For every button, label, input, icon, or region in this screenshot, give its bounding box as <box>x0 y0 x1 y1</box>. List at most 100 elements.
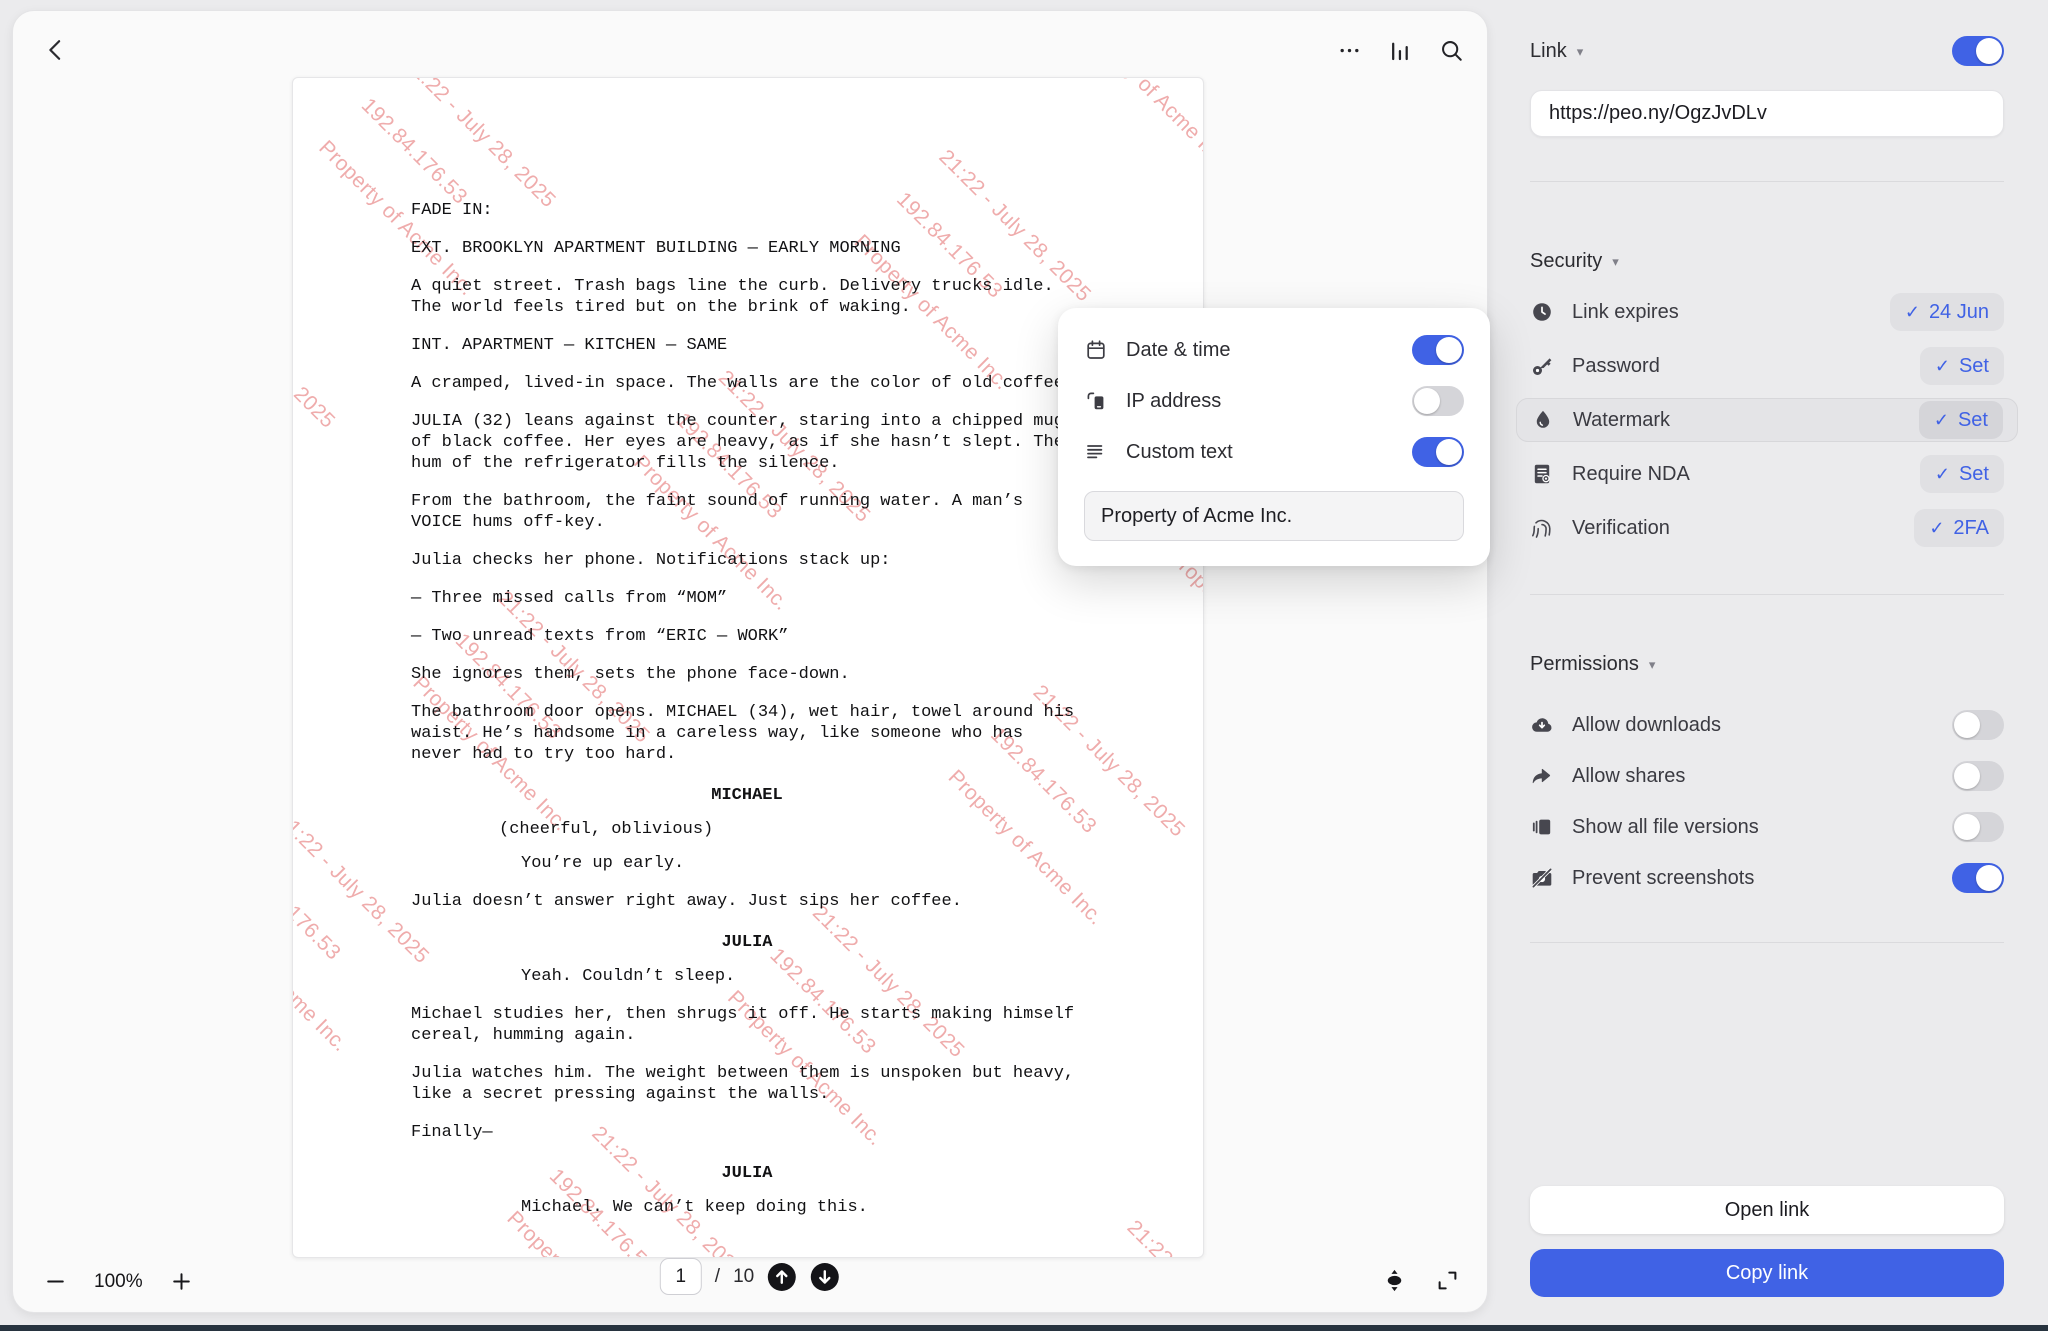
view-tools <box>1381 1267 1461 1294</box>
zoom-in-button[interactable] <box>169 1269 194 1294</box>
status-badge: ✓ Set <box>1919 401 2003 439</box>
calendar-icon <box>1084 338 1108 362</box>
permission-row-allow-shares[interactable]: Allow shares <box>1530 756 2004 796</box>
permission-row-prevent-screenshots[interactable]: Prevent screenshots <box>1530 858 2004 898</box>
toggle-knob <box>1976 865 2002 891</box>
badge-text: 24 Jun <box>1929 301 1989 324</box>
script-dialog: Michael. We can’t keep doing this. <box>521 1197 1083 1218</box>
row-label: Allow downloads <box>1572 714 1952 737</box>
toggle-knob <box>1436 337 1462 363</box>
script-action: A cramped, lived-in space. The walls are… <box>411 373 1083 394</box>
watermark-option-ip-address[interactable]: IP address <box>1084 381 1464 421</box>
back-button[interactable] <box>41 35 71 65</box>
date-time-toggle[interactable] <box>1412 335 1464 365</box>
open-link-button[interactable]: Open link <box>1530 1186 2004 1234</box>
permissions-section-header[interactable]: Permissions ▾ <box>1530 649 2004 679</box>
clock-icon <box>1530 300 1554 324</box>
link-settings-sidebar: Link ▾ Security ▾ Link expires ✓ 24 Jun Pas… <box>1502 0 2048 1331</box>
divider <box>1530 594 2004 595</box>
script-paren: (cheerful, oblivious) <box>499 819 1083 840</box>
chevron-down-icon: ▾ <box>1577 45 1584 58</box>
show-all-file-versions-toggle[interactable] <box>1952 812 2004 842</box>
security-row-password[interactable]: Password✓Set <box>1530 344 2004 388</box>
script-character: JULIA <box>411 932 1083 953</box>
script-scene: EXT. BROOKLYN APARTMENT BUILDING — EARLY… <box>411 238 1083 259</box>
check-icon: ✓ <box>1905 302 1920 323</box>
document-viewer: 21:22 - July 28, 2025192.84.176.53Proper… <box>12 10 1488 1313</box>
prevent-screenshots-toggle[interactable] <box>1952 863 2004 893</box>
copy-link-button[interactable]: Copy link <box>1530 1249 2004 1297</box>
permission-row-allow-downloads[interactable]: Allow downloads <box>1530 705 2004 745</box>
badge-text: Set <box>1959 463 1989 486</box>
page-separator: / <box>715 1266 720 1288</box>
toggle-knob <box>1976 38 2002 64</box>
divider <box>1530 181 2004 182</box>
security-section-header[interactable]: Security ▾ <box>1530 246 2004 276</box>
ip-address-toggle[interactable] <box>1412 386 1464 416</box>
watermark-option-date-time[interactable]: Date & time <box>1084 330 1464 370</box>
row-label: Require NDA <box>1572 463 1920 486</box>
allow-downloads-toggle[interactable] <box>1952 710 2004 740</box>
link-enabled-toggle[interactable] <box>1952 36 2004 66</box>
badge-text: Set <box>1958 409 1988 432</box>
custom-text-input[interactable] <box>1084 491 1464 541</box>
viewer-toolbar <box>1336 37 1465 64</box>
script-action: From the bathroom, the faint sound of ru… <box>411 491 1083 533</box>
row-label: Allow shares <box>1572 765 1952 788</box>
row-label: Password <box>1572 355 1920 378</box>
zoom-level: 100% <box>94 1271 143 1293</box>
row-label: Link expires <box>1572 301 1890 324</box>
check-icon: ✓ <box>1934 410 1949 431</box>
fingerprint-icon <box>1530 516 1554 540</box>
custom-text-toggle[interactable] <box>1412 437 1464 467</box>
document-page: 21:22 - July 28, 2025192.84.176.53Proper… <box>292 77 1204 1258</box>
link-url-input[interactable] <box>1530 90 2004 137</box>
page-total: 10 <box>733 1266 754 1288</box>
script-action: A quiet street. Trash bags line the curb… <box>411 276 1083 318</box>
zoom-out-button[interactable] <box>43 1269 68 1294</box>
script-action: Julia watches him. The weight between th… <box>411 1063 1083 1105</box>
key-icon <box>1530 354 1554 378</box>
security-row-link-expires[interactable]: Link expires ✓ 24 Jun <box>1530 290 2004 334</box>
watermark-popover: Date & time IP address Custom text <box>1058 308 1490 566</box>
security-row-require-nda[interactable]: Require NDA✓Set <box>1530 452 2004 496</box>
allow-shares-toggle[interactable] <box>1952 761 2004 791</box>
page-navigation: / 10 <box>660 1258 840 1295</box>
script-action: — Three missed calls from “MOM” <box>411 588 1083 609</box>
security-title: Security <box>1530 250 1602 273</box>
watermark-option-custom-text[interactable]: Custom text <box>1084 432 1464 472</box>
camera-slash-icon <box>1530 866 1554 890</box>
script-action: Julia checks her phone. Notifications st… <box>411 550 1083 571</box>
status-badge: ✓Set <box>1920 455 2004 493</box>
fullscreen-icon[interactable] <box>1434 1267 1461 1294</box>
screenplay-text: FADE IN:EXT. BROOKLYN APARTMENT BUILDING… <box>293 78 1203 1257</box>
script-dialog: Yeah. Couldn’t sleep. <box>521 966 1083 987</box>
app-window: 21:22 - July 28, 2025192.84.176.53Proper… <box>0 0 2048 1331</box>
cloud-download-icon <box>1530 713 1554 737</box>
permission-row-show-all-file-versions[interactable]: Show all file versions <box>1530 807 2004 847</box>
search-icon[interactable] <box>1438 37 1465 64</box>
more-options-icon[interactable] <box>1336 37 1363 64</box>
status-badge: ✓ 24 Jun <box>1890 293 2004 331</box>
row-label: Show all file versions <box>1572 816 1952 839</box>
script-action: Michael studies her, then shrugs it off.… <box>411 1004 1083 1046</box>
previous-page-button[interactable] <box>767 1262 797 1292</box>
security-row-watermark[interactable]: Watermark ✓ Set <box>1516 398 2018 442</box>
row-label: IP address <box>1126 390 1412 413</box>
custom-text-icon <box>1084 440 1108 464</box>
row-label: Verification <box>1572 517 1914 540</box>
ip-address-icon <box>1084 389 1108 413</box>
analytics-icon[interactable] <box>1387 37 1414 64</box>
next-page-button[interactable] <box>810 1262 840 1292</box>
link-section-header[interactable]: Link ▾ <box>1530 36 2004 66</box>
security-row-verification[interactable]: Verification✓2FA <box>1530 506 2004 550</box>
row-label: Custom text <box>1126 441 1412 464</box>
link-title: Link <box>1530 40 1567 63</box>
page-number-input[interactable] <box>660 1258 702 1295</box>
script-character: JULIA <box>411 1163 1083 1184</box>
scroll-mode-icon[interactable] <box>1381 1267 1408 1294</box>
toggle-knob <box>1436 439 1462 465</box>
badge-text: Set <box>1959 355 1989 378</box>
badge-text: 2FA <box>1953 517 1989 540</box>
row-label: Watermark <box>1573 409 1919 432</box>
